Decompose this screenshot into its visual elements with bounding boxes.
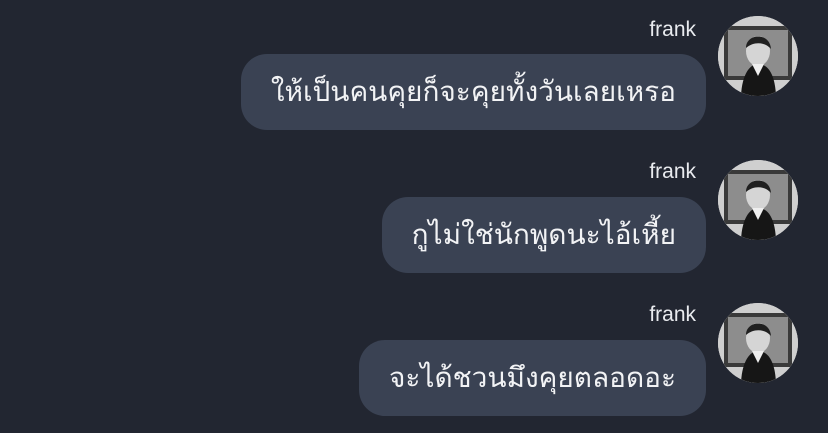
chat-screen: { "messages": [ { "sender": "frank", "te… xyxy=(0,0,828,433)
profile-photo-icon xyxy=(718,160,798,240)
sender-name: frank xyxy=(649,303,696,326)
avatar[interactable] xyxy=(718,16,798,96)
message-bubble[interactable]: จะได้ชวนมึงคุยตลอดอะ xyxy=(358,340,706,416)
avatar[interactable] xyxy=(718,303,798,383)
sender-name: frank xyxy=(649,160,696,183)
avatar[interactable] xyxy=(718,160,798,240)
message-bubble[interactable]: กูไม่ใช่นักพูดนะไอ้เหี้ย xyxy=(381,197,706,273)
profile-photo-icon xyxy=(718,303,798,383)
message-bubble[interactable]: ให้เป็นคนคุยก็จะคุยทั้งวันเลยเหรอ xyxy=(240,54,706,130)
profile-photo-icon xyxy=(718,16,798,96)
sender-name: frank xyxy=(649,18,696,41)
